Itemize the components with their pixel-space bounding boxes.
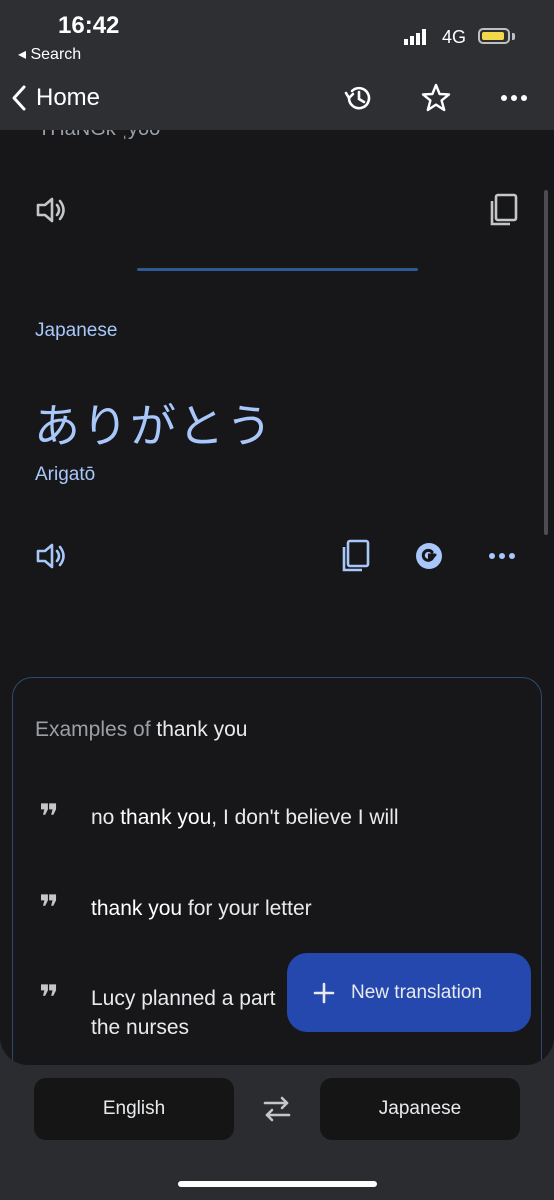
- speaker-icon[interactable]: [34, 539, 68, 573]
- status-time: 16:42: [58, 12, 120, 39]
- source-phonetic-text: THaNGk ˌyoo: [38, 130, 160, 141]
- speaker-icon[interactable]: [34, 193, 68, 227]
- examples-title: Examples of thank you: [35, 718, 247, 742]
- home-back-button[interactable]: Home: [10, 82, 100, 114]
- quote-icon: ❞: [39, 979, 59, 1017]
- battery-icon: [478, 28, 510, 44]
- more-horiz-icon: [501, 95, 527, 101]
- status-bar: 16:42 ◂ Search 4G: [0, 0, 554, 66]
- source-language-button[interactable]: English: [34, 1078, 234, 1140]
- translated-text: ありがとう: [34, 400, 274, 452]
- quote-icon: ❞: [39, 889, 59, 927]
- example-sentence: thank you for your letter: [91, 897, 312, 920]
- target-language-button[interactable]: Japanese: [320, 1078, 520, 1140]
- more-horiz-icon[interactable]: [486, 540, 518, 572]
- scrollbar[interactable]: [544, 190, 548, 535]
- example-sentence: no thank you, I don't believe I will: [91, 806, 399, 829]
- quote-icon: ❞: [39, 798, 59, 836]
- signal-icon: [404, 29, 426, 45]
- copy-icon[interactable]: [487, 192, 521, 228]
- section-divider: [137, 268, 418, 271]
- plus-icon: [313, 982, 335, 1003]
- romanization-text: Arigatō: [35, 464, 96, 485]
- copy-icon[interactable]: [339, 538, 373, 574]
- network-type: 4G: [442, 27, 467, 47]
- favorite-button[interactable]: [416, 78, 456, 118]
- target-language-label: Japanese: [35, 320, 118, 341]
- examples-title-term: thank you: [156, 718, 248, 741]
- translation-sheet: THaNGk ˌyoo Japanese ありがとう Arigatō Examp…: [0, 130, 554, 1065]
- new-translation-label: New translation: [351, 981, 482, 1003]
- app-bar: Home: [0, 66, 554, 130]
- battery-nub: [512, 33, 515, 40]
- examples-title-prefix: Examples of: [35, 718, 151, 741]
- history-button[interactable]: [338, 78, 378, 118]
- home-back-label: Home: [36, 84, 101, 111]
- more-options-button[interactable]: [494, 78, 534, 118]
- home-indicator[interactable]: [178, 1181, 377, 1187]
- language-selector-bar: English Japanese: [0, 1065, 554, 1200]
- chevron-left-icon: [12, 85, 26, 111]
- history-icon: [344, 86, 371, 110]
- star-icon: [421, 83, 451, 112]
- google-search-icon[interactable]: [413, 540, 445, 572]
- new-translation-button[interactable]: New translation: [287, 953, 531, 1032]
- swap-languages-icon[interactable]: [257, 1093, 297, 1125]
- back-to-search-link[interactable]: ◂ Search: [18, 44, 81, 64]
